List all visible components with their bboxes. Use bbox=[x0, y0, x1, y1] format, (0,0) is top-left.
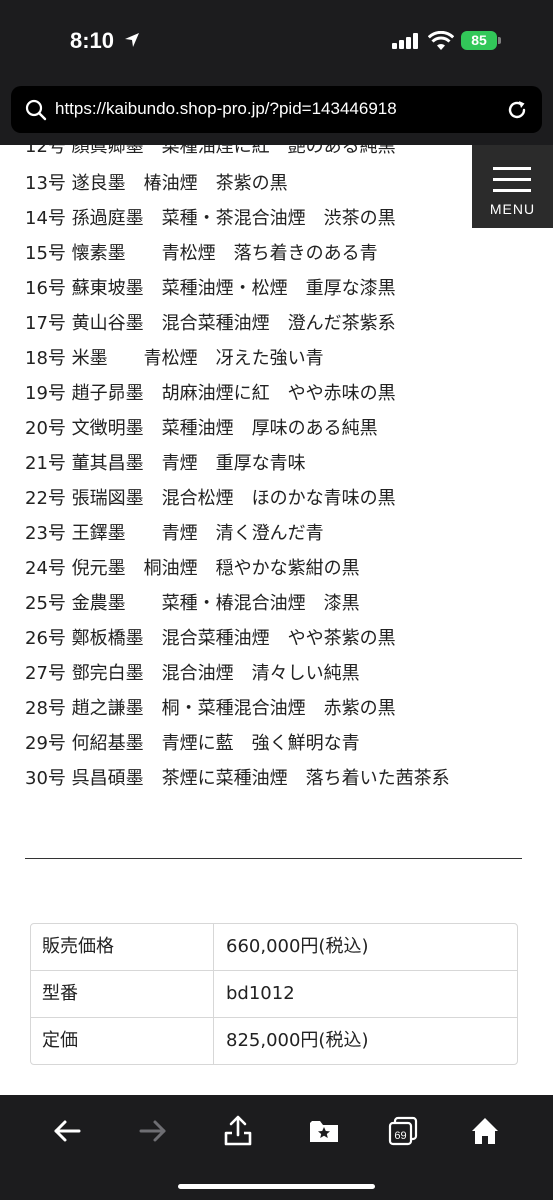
list-item: 15号 懐素墨 青松煙 落ち着きのある青 bbox=[25, 243, 378, 264]
menu-button[interactable]: MENU bbox=[472, 145, 553, 228]
list-item: 12号 顔眞卿墨 菜種油煙に紅 艶のある純黒 bbox=[25, 145, 396, 157]
price-spec-table: 販売価格 660,000円(税込) 型番 bd1012 定価 825,000円(… bbox=[30, 923, 518, 1065]
list-item: 21号 董其昌墨 青煙 重厚な青味 bbox=[25, 453, 306, 474]
ink-list: 12号 顔眞卿墨 菜種油煙に紅 艶のある純黒 13号 遂良墨 椿油煙 茶紫の黒 … bbox=[25, 145, 465, 805]
list-item: 20号 文徴明墨 菜種油煙 厚味のある純黒 bbox=[25, 418, 378, 439]
table-key-cell: 型番 bbox=[31, 971, 214, 1017]
hamburger-line bbox=[493, 167, 531, 170]
back-arrow-icon[interactable] bbox=[51, 1115, 83, 1147]
list-item: 29号 何紹基墨 青煙に藍 強く鮮明な青 bbox=[25, 733, 360, 754]
battery-indicator: 85 bbox=[461, 31, 497, 50]
table-key-cell: 定価 bbox=[31, 1018, 214, 1064]
bookmarks-icon[interactable] bbox=[308, 1115, 340, 1147]
list-item: 30号 呉昌碩墨 茶煙に菜種油煙 落ち着いた茜茶系 bbox=[25, 768, 450, 789]
table-row: 型番 bd1012 bbox=[31, 971, 517, 1018]
search-icon bbox=[25, 99, 47, 121]
tab-count: 69 bbox=[394, 1130, 406, 1142]
table-value-cell: bd1012 bbox=[226, 983, 295, 1004]
table-value-cell: 825,000円(税込) bbox=[226, 1030, 369, 1051]
home-indicator bbox=[178, 1184, 375, 1189]
list-item: 22号 張瑞図墨 混合松煙 ほのかな青味の黒 bbox=[25, 488, 396, 509]
forward-arrow-icon[interactable] bbox=[137, 1115, 169, 1147]
tabs-icon[interactable]: 69 bbox=[387, 1115, 419, 1147]
list-item: 28号 趙之謙墨 桐・菜種混合油煙 赤紫の黒 bbox=[25, 698, 396, 719]
list-item: 16号 蘇東坡墨 菜種油煙・松煙 重厚な漆黒 bbox=[25, 278, 396, 299]
table-value-cell: 660,000円(税込) bbox=[226, 936, 369, 957]
list-item: 19号 趙子昴墨 胡麻油煙に紅 やや赤味の黒 bbox=[25, 383, 396, 404]
battery-tip bbox=[498, 37, 501, 44]
table-key-cell: 販売価格 bbox=[31, 924, 214, 970]
cellular-signal-icon bbox=[392, 33, 418, 49]
url-text[interactable]: https://kaibundo.shop-pro.jp/?pid=143446… bbox=[55, 99, 397, 119]
list-item: 25号 金農墨 菜種・椿混合油煙 漆黒 bbox=[25, 593, 360, 614]
home-icon[interactable] bbox=[469, 1115, 501, 1147]
list-item: 23号 王鐸墨 青煙 清く澄んだ青 bbox=[25, 523, 324, 544]
share-icon[interactable] bbox=[222, 1115, 254, 1147]
list-item: 13号 遂良墨 椿油煙 茶紫の黒 bbox=[25, 173, 288, 194]
location-arrow-icon bbox=[125, 33, 139, 47]
list-item: 26号 鄭板橋墨 混合菜種油煙 やや茶紫の黒 bbox=[25, 628, 396, 649]
status-time: 8:10 bbox=[70, 28, 115, 53]
list-item: 14号 孫過庭墨 菜種・茶混合油煙 渋茶の黒 bbox=[25, 208, 396, 229]
list-item: 18号 米墨 青松煙 冴えた強い青 bbox=[25, 348, 324, 369]
section-divider bbox=[25, 858, 522, 859]
list-item: 17号 黄山谷墨 混合菜種油煙 澄んだ茶紫系 bbox=[25, 313, 396, 334]
list-item: 24号 倪元墨 桐油煙 穏やかな紫紺の黒 bbox=[25, 558, 360, 579]
hamburger-line bbox=[493, 189, 531, 192]
address-bar[interactable]: https://kaibundo.shop-pro.jp/?pid=143446… bbox=[11, 86, 542, 133]
table-row: 販売価格 660,000円(税込) bbox=[31, 924, 517, 971]
table-row: 定価 825,000円(税込) bbox=[31, 1018, 517, 1064]
browser-top-chrome: 8:10 85 https://kaibundo.shop-pro.jp/?pi… bbox=[0, 0, 553, 145]
hamburger-line bbox=[493, 178, 531, 181]
list-item: 27号 鄧完白墨 混合油煙 清々しい純黒 bbox=[25, 663, 360, 684]
reload-icon[interactable] bbox=[505, 98, 529, 122]
wifi-icon bbox=[428, 31, 454, 50]
menu-label: MENU bbox=[489, 201, 536, 217]
